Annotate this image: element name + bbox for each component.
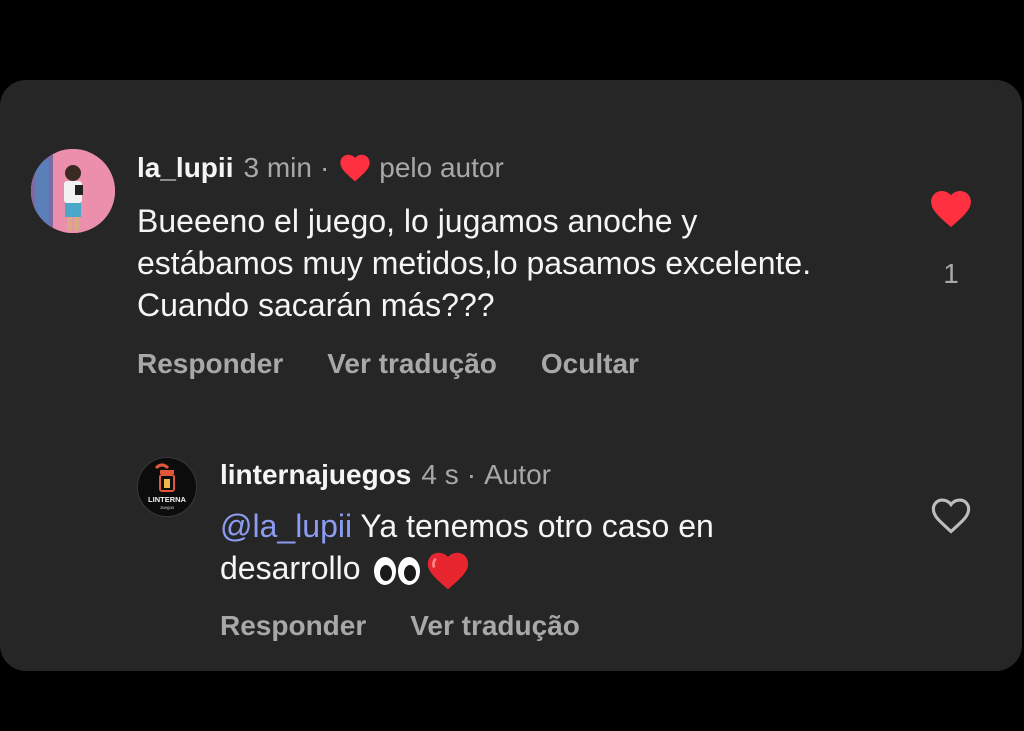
comment-username[interactable]: la_lupii: [137, 152, 233, 184]
author-label: Autor: [484, 459, 551, 490]
comment-actions: Responder Ver tradução Ocultar: [137, 348, 683, 380]
avatar-photo: [31, 149, 115, 233]
meta-separator: ·: [466, 459, 477, 490]
reply-text-line1: Ya tenemos otro caso en: [352, 508, 714, 544]
mention-link[interactable]: @la_lupii: [220, 508, 352, 544]
like-count[interactable]: 1: [935, 258, 967, 290]
avatar[interactable]: [31, 149, 115, 233]
comment-time: 3 min: [243, 152, 312, 183]
translate-button[interactable]: Ver tradução: [327, 348, 497, 380]
comment-text: Bueeeno el juego, lo jugamos anoche y es…: [137, 203, 812, 323]
logo-text: LINTERNA: [148, 495, 186, 504]
logo-subtext: Juegos: [160, 505, 175, 510]
liked-by-author-label: pelo autor: [379, 152, 504, 183]
meta-separator: ·: [319, 152, 330, 183]
reply-avatar[interactable]: LINTERNA Juegos: [137, 457, 197, 517]
reply-button[interactable]: Responder: [220, 610, 366, 642]
screen: la_lupii 3 min · pelo autor Bueeeno el j…: [0, 0, 1024, 731]
reply-button[interactable]: Responder: [137, 348, 283, 380]
heart-outline-icon[interactable]: [930, 497, 972, 535]
linterna-logo: LINTERNA Juegos: [138, 458, 196, 516]
reply-time: 4 s: [421, 459, 459, 490]
heart-filled-icon: [340, 154, 370, 182]
hide-button[interactable]: Ocultar: [541, 348, 639, 380]
reply-meta: linternajuegos 4 s · Autor: [220, 459, 551, 491]
red-heart-emoji: [427, 552, 468, 589]
comment-meta: la_lupii 3 min · pelo autor: [137, 152, 504, 184]
reply-username[interactable]: linternajuegos: [220, 459, 411, 491]
reply-text-line2: desarrollo: [220, 550, 361, 586]
reply-actions: Responder Ver tradução: [220, 610, 624, 642]
eyes-emoji: [373, 556, 420, 585]
comment-card: la_lupii 3 min · pelo autor Bueeeno el j…: [0, 80, 1022, 671]
reply-text: @la_lupii Ya tenemos otro caso en desarr…: [220, 505, 860, 591]
heart-filled-icon[interactable]: [930, 190, 972, 228]
translate-button[interactable]: Ver tradução: [410, 610, 580, 642]
